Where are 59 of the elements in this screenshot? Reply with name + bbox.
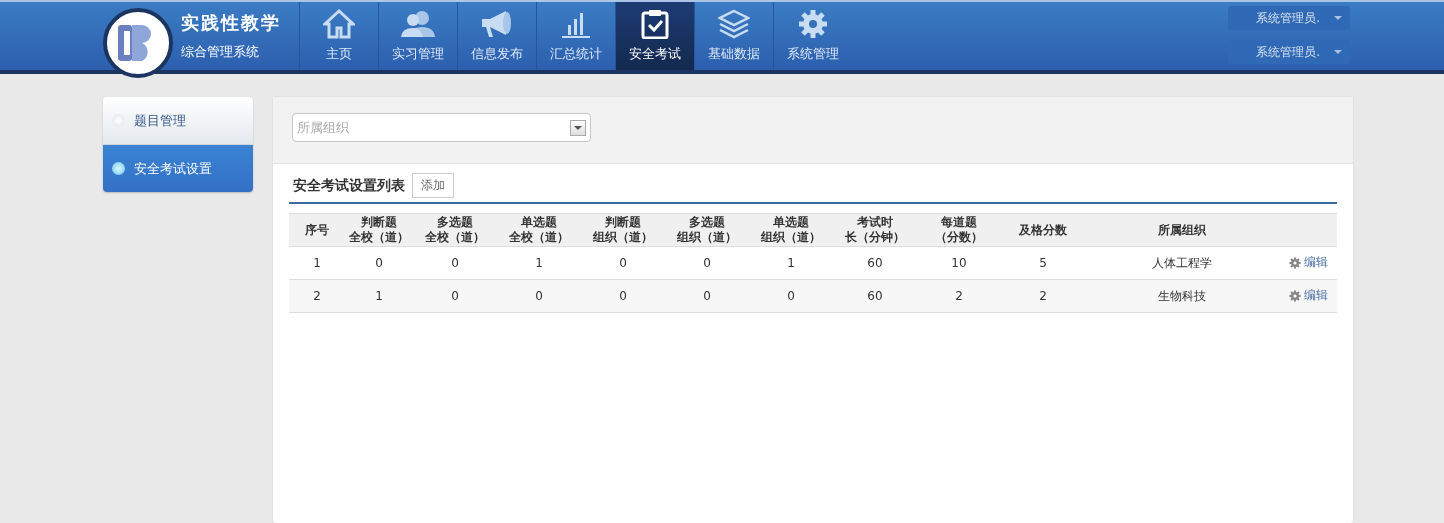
user-dropdown[interactable]: 系统管理员. xyxy=(1228,40,1350,64)
column-header: 多选题 组织（道） xyxy=(665,213,749,247)
caret-icon xyxy=(1334,16,1342,20)
table-cell: 1 xyxy=(749,246,833,280)
column-header: 每道题 （分数） xyxy=(917,213,1001,247)
table-cell: 1 xyxy=(497,246,581,280)
users-icon xyxy=(401,9,435,39)
settings-icon xyxy=(798,9,828,39)
edit-link[interactable]: 编辑 xyxy=(1288,254,1328,272)
table-cell: 10 xyxy=(917,246,1001,280)
table-cell: 2 xyxy=(1001,279,1085,313)
column-header: 单选题 全校（道） xyxy=(497,213,581,247)
table-cell: 人体工程学 xyxy=(1085,246,1279,280)
app-title: 实践性教学 xyxy=(181,11,281,35)
column-header: 及格分数 xyxy=(1001,213,1085,247)
table-cell: 0 xyxy=(665,279,749,313)
table-cell: 0 xyxy=(581,279,665,313)
table-cell: 0 xyxy=(665,246,749,280)
nav-tab[interactable]: 基础数据 xyxy=(694,2,773,70)
table-cell: 0 xyxy=(581,246,665,280)
column-header: 序号 xyxy=(289,213,345,247)
nav-tab[interactable]: 系统管理 xyxy=(773,2,852,70)
column-header: 多选题 全校（道） xyxy=(413,213,497,247)
caret-icon xyxy=(1334,50,1342,54)
megaphone-icon xyxy=(480,9,514,39)
organization-select[interactable]: 所属组织 xyxy=(292,113,591,142)
table-cell: 0 xyxy=(413,246,497,280)
column-header: 所属组织 xyxy=(1085,213,1279,247)
table-cell: 0 xyxy=(413,279,497,313)
settings-icon xyxy=(1288,289,1301,302)
nav-tab[interactable]: 主页 xyxy=(299,2,378,70)
table-cell: 1 xyxy=(289,246,345,280)
layers-icon xyxy=(718,9,750,39)
table-cell: 生物科技 xyxy=(1085,279,1279,313)
nav-tab[interactable]: 安全考试 xyxy=(615,2,694,70)
table-cell: 2 xyxy=(917,279,1001,313)
table-cell: 0 xyxy=(497,279,581,313)
table-cell: 60 xyxy=(833,279,917,313)
table-cell: 0 xyxy=(749,279,833,313)
sidebar-item[interactable]: 题目管理 xyxy=(103,97,253,145)
clipboard-check-icon xyxy=(641,9,669,39)
app-subtitle: 综合管理系统 xyxy=(181,43,260,61)
settings-icon xyxy=(1288,256,1301,269)
nav-tab[interactable]: 信息发布 xyxy=(457,2,536,70)
table-cell: 5 xyxy=(1001,246,1085,280)
home-icon xyxy=(323,9,355,39)
user-dropdown[interactable]: 系统管理员. xyxy=(1228,6,1350,30)
column-header: 考试时 长（分钟） xyxy=(833,213,917,247)
add-button[interactable]: 添加 xyxy=(412,173,454,198)
column-header: 单选题 组织（道） xyxy=(749,213,833,247)
table-cell: 2 xyxy=(289,279,345,313)
nav-tab[interactable]: 实习管理 xyxy=(378,2,457,70)
column-header: 判断题 组织（道） xyxy=(581,213,665,247)
column-header: 判断题 全校（道） xyxy=(345,213,413,247)
table-cell: 1 xyxy=(345,279,413,313)
table-cell: 0 xyxy=(345,246,413,280)
list-title: 安全考试设置列表 xyxy=(293,176,405,195)
sidebar-item[interactable]: 安全考试设置 xyxy=(103,145,253,192)
table-cell: 60 xyxy=(833,246,917,280)
